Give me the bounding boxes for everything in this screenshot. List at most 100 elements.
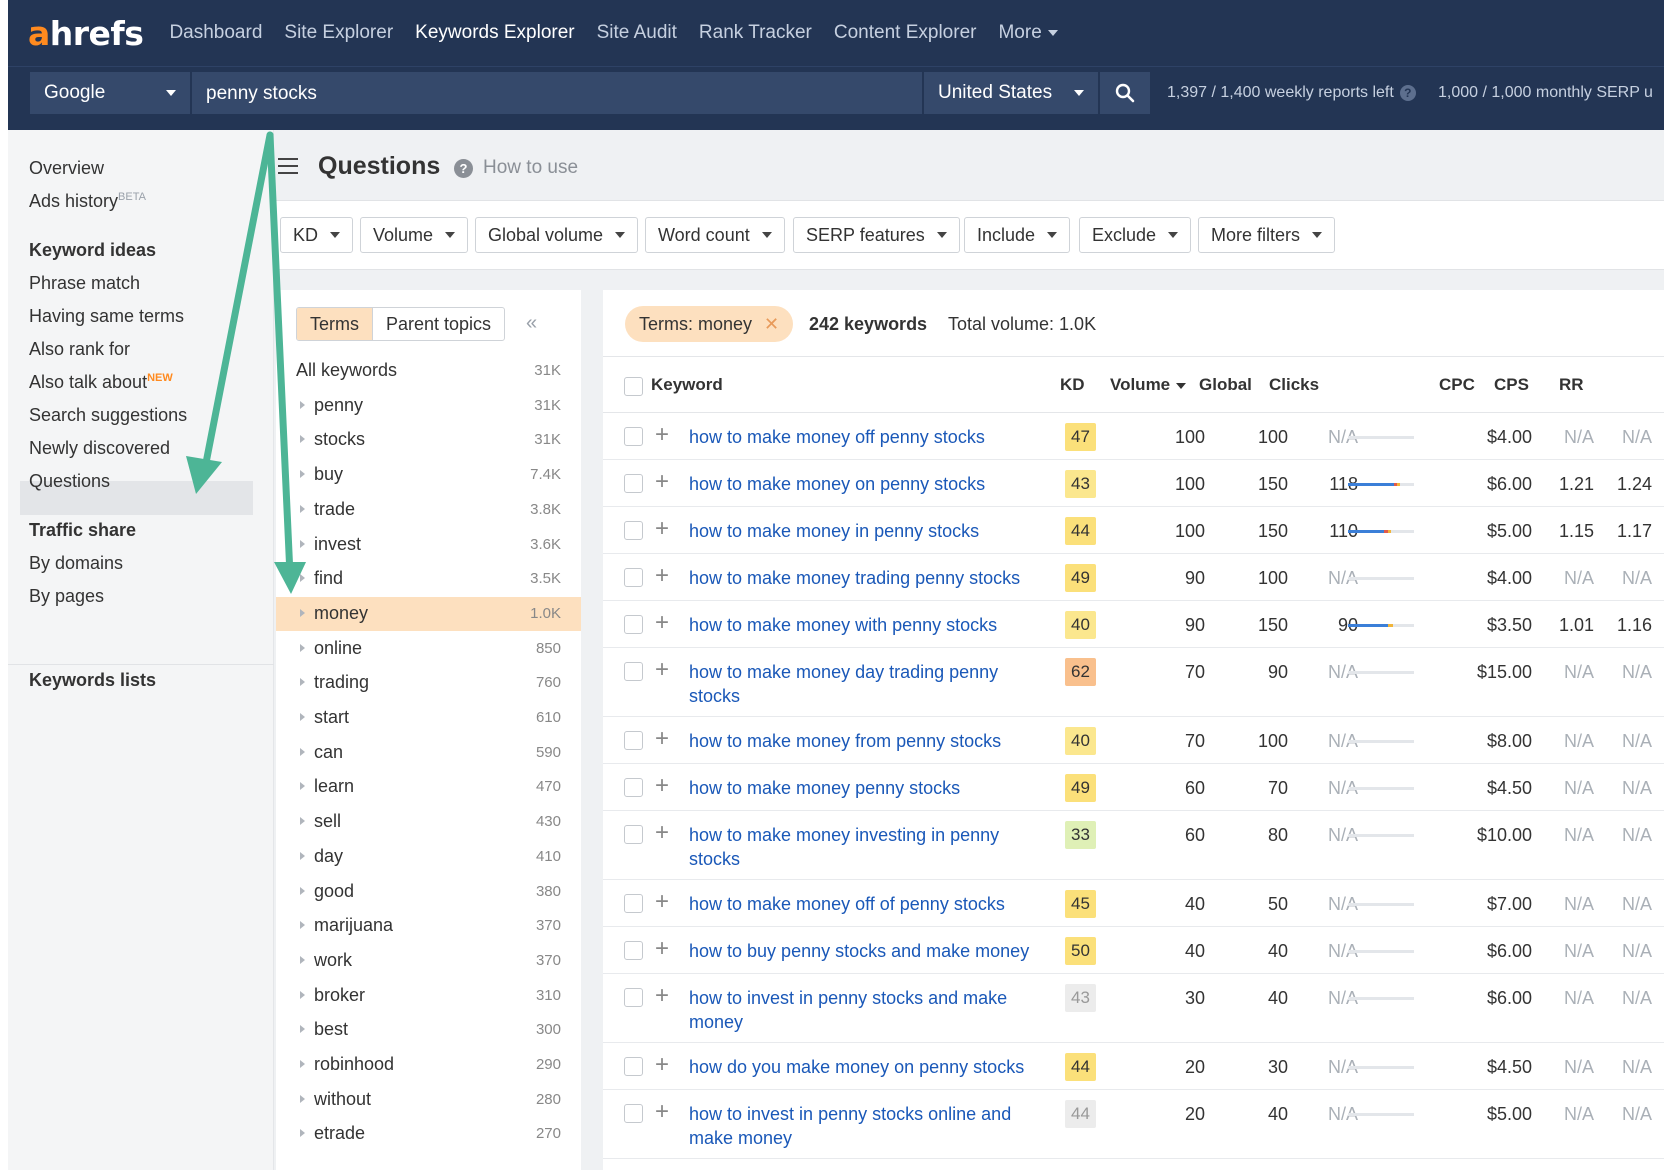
col-header-volume[interactable]: Volume xyxy=(1110,375,1187,395)
expand-arrow-icon[interactable] xyxy=(300,921,305,930)
add-to-list-icon[interactable]: + xyxy=(655,658,669,682)
row-checkbox[interactable] xyxy=(624,825,643,844)
add-to-list-icon[interactable]: + xyxy=(655,984,669,1008)
keyword-link[interactable]: how to make money day trading penny stoc… xyxy=(689,660,1049,708)
expand-arrow-icon[interactable] xyxy=(300,608,305,617)
expand-arrow-icon[interactable] xyxy=(300,990,305,999)
filter-include[interactable]: Include xyxy=(964,217,1071,253)
term-item-best[interactable]: best 300 xyxy=(276,1013,581,1047)
expand-arrow-icon[interactable] xyxy=(300,400,305,409)
sidebar-item-by-domains[interactable]: By domains xyxy=(29,553,123,574)
add-to-list-icon[interactable]: + xyxy=(655,611,669,635)
expand-arrow-icon[interactable] xyxy=(300,643,305,652)
expand-arrow-icon[interactable] xyxy=(300,747,305,756)
keyword-link[interactable]: how to buy penny stocks and make money xyxy=(689,939,1049,963)
nav-dashboard[interactable]: Dashboard xyxy=(169,22,262,44)
filter-more-filters[interactable]: More filters xyxy=(1198,217,1336,253)
col-header-cps[interactable]: CPS xyxy=(1494,375,1529,395)
add-to-list-icon[interactable]: + xyxy=(655,890,669,914)
keyword-link[interactable]: how to make money penny stocks xyxy=(689,776,1049,800)
term-item-penny[interactable]: penny 31K xyxy=(276,389,581,423)
col-header-clicks[interactable]: Clicks xyxy=(1269,375,1319,395)
sidebar-item-also-rank-for[interactable]: Also rank for xyxy=(29,339,130,360)
close-icon[interactable]: ✕ xyxy=(764,314,779,335)
add-to-list-icon[interactable]: + xyxy=(655,774,669,798)
expand-arrow-icon[interactable] xyxy=(300,1129,305,1138)
col-header-global[interactable]: Global xyxy=(1199,375,1252,395)
ahrefs-logo[interactable]: ahrefs xyxy=(28,14,144,53)
row-checkbox[interactable] xyxy=(624,474,643,493)
col-header-kd[interactable]: KD xyxy=(1060,375,1085,395)
term-item-day[interactable]: day 410 xyxy=(276,840,581,874)
filter-global-volume[interactable]: Global volume xyxy=(475,217,639,253)
term-item-sell[interactable]: sell 430 xyxy=(276,805,581,839)
menu-toggle-icon[interactable] xyxy=(278,158,298,179)
col-header-keyword[interactable]: Keyword xyxy=(651,375,723,395)
sidebar-item-also-talk-about[interactable]: Also talk aboutNEW xyxy=(29,372,173,393)
term-item-trading[interactable]: trading 760 xyxy=(276,666,581,700)
expand-arrow-icon[interactable] xyxy=(300,435,305,444)
term-item-robinhood[interactable]: robinhood 290 xyxy=(276,1048,581,1082)
term-item-start[interactable]: start 610 xyxy=(276,701,581,735)
add-to-list-icon[interactable]: + xyxy=(655,423,669,447)
collapse-panel-icon[interactable]: « xyxy=(526,312,537,335)
search-button[interactable] xyxy=(1100,72,1150,114)
term-item-work[interactable]: work 370 xyxy=(276,944,581,978)
term-item-learn[interactable]: learn 470 xyxy=(276,770,581,804)
add-to-list-icon[interactable]: + xyxy=(655,470,669,494)
expand-arrow-icon[interactable] xyxy=(300,713,305,721)
sidebar-item-search-suggestions[interactable]: Search suggestions xyxy=(29,405,187,426)
term-item-etrade[interactable]: etrade 270 xyxy=(276,1117,581,1151)
tab-parent-topics[interactable]: Parent topics xyxy=(373,308,504,340)
keyword-link[interactable]: how to make money investing in penny sto… xyxy=(689,823,1049,871)
sidebar-item-phrase-match[interactable]: Phrase match xyxy=(29,273,140,294)
keyword-search-input[interactable]: penny stocks xyxy=(192,72,922,114)
select-all-checkbox[interactable] xyxy=(624,377,643,396)
row-checkbox[interactable] xyxy=(624,731,643,750)
add-to-list-icon[interactable]: + xyxy=(655,937,669,961)
keyword-link[interactable]: how to make money off penny stocks xyxy=(689,425,1049,449)
keyword-link[interactable]: how to invest in penny stocks online and… xyxy=(689,1102,1049,1150)
expand-arrow-icon[interactable] xyxy=(300,678,305,687)
sidebar-item-newly-discovered[interactable]: Newly discovered xyxy=(29,438,170,459)
expand-arrow-icon[interactable] xyxy=(300,817,305,826)
term-item-without[interactable]: without 280 xyxy=(276,1083,581,1117)
sidebar-item-overview[interactable]: Overview xyxy=(29,158,104,179)
add-to-list-icon[interactable]: + xyxy=(655,1100,669,1124)
expand-arrow-icon[interactable] xyxy=(300,504,305,513)
expand-arrow-icon[interactable] xyxy=(300,574,305,583)
col-header-rr[interactable]: RR xyxy=(1559,375,1584,395)
row-checkbox[interactable] xyxy=(624,988,643,1007)
nav-site-explorer[interactable]: Site Explorer xyxy=(284,22,393,44)
nav-more-menu[interactable]: More xyxy=(998,22,1058,44)
keyword-link[interactable]: how to invest in penny stocks and make m… xyxy=(689,986,1049,1034)
expand-arrow-icon[interactable] xyxy=(300,886,305,895)
filter-exclude[interactable]: Exclude xyxy=(1079,217,1192,253)
row-checkbox[interactable] xyxy=(624,662,643,681)
sidebar-heading-keywords-lists[interactable]: Keywords lists xyxy=(29,670,156,691)
help-icon[interactable]: ? xyxy=(1399,84,1416,101)
term-item-trade[interactable]: trade 3.8K xyxy=(276,493,581,527)
row-checkbox[interactable] xyxy=(624,778,643,797)
row-checkbox[interactable] xyxy=(624,894,643,913)
filter-word-count[interactable]: Word count xyxy=(645,217,785,253)
add-to-list-icon[interactable]: + xyxy=(655,727,669,751)
keyword-link[interactable]: how to make money from penny stocks xyxy=(689,729,1049,753)
nav-site-audit[interactable]: Site Audit xyxy=(597,22,677,44)
tab-terms[interactable]: Terms xyxy=(297,308,373,340)
col-header-cpc[interactable]: CPC xyxy=(1439,375,1475,395)
add-to-list-icon[interactable]: + xyxy=(655,517,669,541)
row-checkbox[interactable] xyxy=(624,615,643,634)
term-item-broker[interactable]: broker 310 xyxy=(276,979,581,1013)
keyword-link[interactable]: how to make money trading penny stocks xyxy=(689,566,1049,590)
keyword-link[interactable]: how to make money with penny stocks xyxy=(689,613,1049,637)
term-item-find[interactable]: find 3.5K xyxy=(276,562,581,596)
add-to-list-icon[interactable]: + xyxy=(655,821,669,845)
keyword-link[interactable]: how do you make money on penny stocks xyxy=(689,1055,1049,1079)
filter-serp-features[interactable]: SERP features xyxy=(793,217,960,253)
expand-arrow-icon[interactable] xyxy=(300,470,305,479)
expand-arrow-icon[interactable] xyxy=(300,539,305,548)
term-item-marijuana[interactable]: marijuana 370 xyxy=(276,909,581,943)
term-item-can[interactable]: can 590 xyxy=(276,736,581,770)
add-to-list-icon[interactable]: + xyxy=(655,564,669,588)
